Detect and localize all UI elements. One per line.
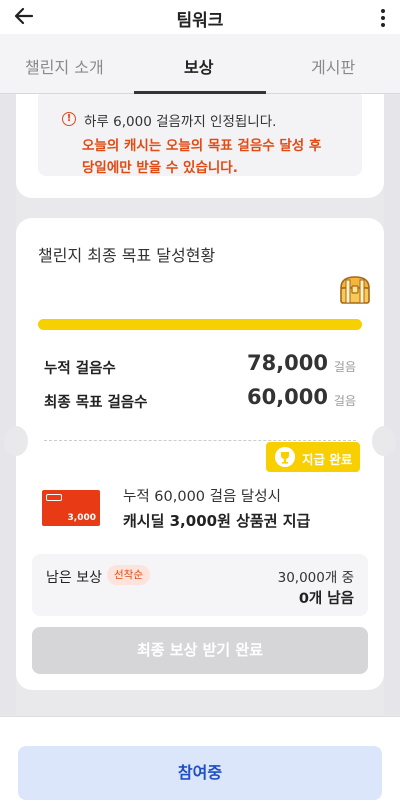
goal-steps-label: 최종 목표 걸음수 xyxy=(44,395,148,411)
notice-line-3: 당일에만 받을 수 있습니다. xyxy=(82,160,238,176)
trophy-icon xyxy=(275,447,295,467)
status-title: 챌린지 최종 목표 달성현황 xyxy=(38,246,216,265)
progress-bar xyxy=(38,319,362,330)
bottom-bar: 참여중 xyxy=(0,716,400,804)
cumulative-steps-unit: 걸음 xyxy=(333,360,356,374)
participating-button[interactable]: 참여중 xyxy=(18,746,382,800)
notice-card: ! 하루 6,000 걸음까지 인정됩니다. 오늘의 캐시는 오늘의 목표 걸음… xyxy=(16,80,384,198)
gift-voucher-image: 3,000 xyxy=(42,490,100,526)
first-come-tag: 선착순 xyxy=(107,565,150,585)
remaining-total: 30,000개 중 xyxy=(277,570,354,586)
page-title: 팀워크 xyxy=(176,11,224,31)
cumulative-steps-value: 78,000 xyxy=(246,351,328,375)
cumulative-steps-label: 누적 걸음수 xyxy=(44,361,116,377)
notice-line-1: 하루 6,000 걸음까지 인정됩니다. xyxy=(84,114,277,130)
remaining-label: 남은 보상 xyxy=(46,570,102,586)
badge-label: 지급 완료 xyxy=(302,452,353,467)
claim-final-reward-button[interactable]: 최종 보상 받기 완료 xyxy=(32,627,368,674)
active-tab-indicator xyxy=(134,91,266,94)
dashed-divider xyxy=(44,440,356,441)
voucher-amount: 3,000 xyxy=(67,513,96,523)
tab-reward[interactable]: 보상 xyxy=(184,54,213,78)
goal-steps-value: 60,000 xyxy=(246,385,328,409)
voucher-logo xyxy=(46,494,62,501)
more-vertical-icon[interactable] xyxy=(380,8,386,28)
remaining-rewards-box: 남은 보상 선착순 30,000개 중 0개 남음 xyxy=(32,554,368,616)
app-header: 팀워크 xyxy=(0,0,400,34)
goal-steps-unit: 걸음 xyxy=(333,394,356,408)
notice-box: ! 하루 6,000 걸음까지 인정됩니다. 오늘의 캐시는 오늘의 목표 걸음… xyxy=(38,90,362,176)
tab-bar: 챌린지 소개 보상 게시판 xyxy=(0,34,400,94)
right-edge xyxy=(384,95,400,715)
ticket-notch-right xyxy=(372,426,396,456)
info-icon: ! xyxy=(62,112,76,126)
cumulative-steps-row: 누적 걸음수 78,000 걸음 xyxy=(44,351,356,379)
tab-board[interactable]: 게시판 xyxy=(311,54,355,78)
goal-steps-row: 최종 목표 걸음수 60,000 걸음 xyxy=(44,385,356,413)
goal-status-card: 챌린지 최종 목표 달성현황 누적 걸음수 78,000 걸음 최종 목표 걸음… xyxy=(4,218,396,690)
treasure-chest-icon xyxy=(340,276,370,304)
remaining-left: 0개 남음 xyxy=(298,591,354,607)
left-edge xyxy=(0,95,16,715)
tab-challenge-intro[interactable]: 챌린지 소개 xyxy=(25,54,104,78)
reward-description: 캐시딜 3,000원 상품권 지급 xyxy=(123,512,311,530)
ticket-notch-left xyxy=(4,426,28,456)
paid-complete-badge: 지급 완료 xyxy=(266,442,360,472)
notice-line-2: 오늘의 캐시는 오늘의 목표 걸음수 달성 후 xyxy=(82,138,322,154)
reward-condition: 누적 60,000 걸음 달성시 xyxy=(123,489,281,505)
